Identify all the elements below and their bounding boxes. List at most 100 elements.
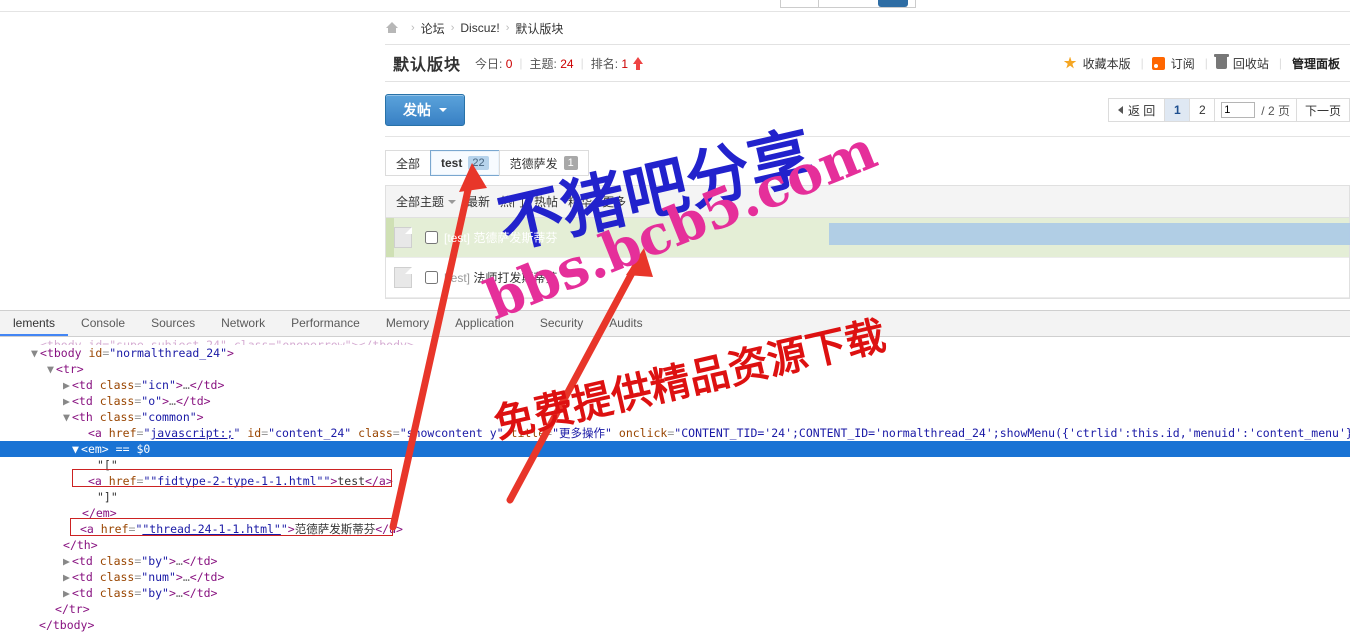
attr-name: class <box>99 378 135 392</box>
type-tab-fandesafa[interactable]: 范德萨发 1 <box>498 150 589 176</box>
collapse-arrow-icon[interactable]: ▶ <box>63 393 72 409</box>
pager-page-1[interactable]: 1 <box>1164 98 1191 122</box>
today-label: 今日: <box>475 56 503 71</box>
type-tab-label: 范德萨发 <box>509 156 558 171</box>
thread-list: 全部主题 最新 热门 热帖 精华 更多 新窗 作者 回复/查看 最后发表 <box>385 185 1350 299</box>
tab-network[interactable]: Network <box>208 311 278 336</box>
dom-line-th-close[interactable]: </th> <box>0 537 1350 553</box>
up-arrow-icon <box>633 56 644 70</box>
dom-line-text-close-bracket[interactable]: "]" <box>0 489 1350 505</box>
partial-submit-button[interactable] <box>878 0 908 7</box>
type-tab-test[interactable]: test 22 <box>430 150 500 176</box>
forum-header-actions: 收藏本版 | 订阅 | 回收站 | 管理面板 <box>1063 54 1342 72</box>
dom-line-tbody-close[interactable]: </tbody> <box>0 617 1350 633</box>
dom-line-td-by-2[interactable]: ▶ <td class="by">…</td> <box>0 585 1350 601</box>
thread-filters: 全部主题 最新 热门 热帖 精华 更多 <box>386 193 648 210</box>
trash-icon <box>1213 54 1229 69</box>
pager-next-button[interactable]: 下一页 <box>1295 98 1350 122</box>
threads-label: 主题: <box>529 56 557 71</box>
collapse-arrow-icon[interactable]: ▶ <box>63 585 72 601</box>
forum-header: 默认版块 今日: 0 | 主题: 24 | 排名: 1 收藏本版 | 订阅 | … <box>385 44 1350 82</box>
tab-application[interactable]: Application <box>442 311 527 336</box>
thread-title[interactable]: 法师打发斯蒂芬 <box>473 271 557 285</box>
thread-title[interactable]: 范德萨发斯蒂芬 <box>473 231 557 245</box>
dom-line-td-o[interactable]: ▶ <td class="o">…</td> <box>0 393 1350 409</box>
dom-line-th-common[interactable]: ▼ <th class="common"> <box>0 409 1350 425</box>
filter-label: 全部主题 <box>396 195 445 209</box>
breadcrumb-item-discuz[interactable]: Discuz! <box>460 21 499 35</box>
dom-line-em-selected[interactable]: ▼ <em> == $0 <box>0 441 1350 457</box>
chevron-down-icon <box>630 200 639 204</box>
tag-name: tr <box>62 362 77 376</box>
type-tab-all[interactable]: 全部 <box>385 150 432 176</box>
thread-subject[interactable]: [test] 法师打发斯蒂芬 <box>442 269 1349 286</box>
tag-name: /tr <box>61 602 83 616</box>
admin-panel-link[interactable]: 管理面板 <box>1292 55 1340 72</box>
pager-back-button[interactable]: 返 回 <box>1107 98 1166 122</box>
tag-name: /tbody <box>45 618 88 632</box>
thread-checkbox[interactable] <box>424 231 438 244</box>
document-icon <box>394 227 412 248</box>
filter-hot-posts[interactable]: 热帖 <box>534 193 558 210</box>
href-link[interactable]: javascript:; <box>150 426 233 440</box>
stat-divider: | <box>519 56 523 70</box>
collapse-arrow-icon[interactable]: ▶ <box>63 377 72 393</box>
tab-audits[interactable]: Audits <box>596 311 655 336</box>
caret-down-icon <box>439 108 447 112</box>
page-jump-input[interactable] <box>1221 102 1256 118</box>
tab-sources[interactable]: Sources <box>138 311 208 336</box>
rank-stat: 排名: 1 <box>591 55 628 72</box>
filter-all-threads[interactable]: 全部主题 <box>396 193 457 210</box>
today-stat: 今日: 0 <box>475 55 512 72</box>
tab-performance[interactable]: Performance <box>278 311 373 336</box>
devtools-panel: lements Console Sources Network Performa… <box>0 310 1350 635</box>
collapse-arrow-icon[interactable]: ▶ <box>63 553 72 569</box>
filter-label: 更多 <box>602 195 627 209</box>
thread-checkbox[interactable] <box>424 271 438 284</box>
home-icon[interactable] <box>385 22 399 34</box>
recycle-bin-link[interactable]: 回收站 <box>1233 55 1269 72</box>
breadcrumb-item-default-section[interactable]: 默认版块 <box>515 20 563 37</box>
dom-line-td-num[interactable]: ▶ <td class="num">…</td> <box>0 569 1350 585</box>
filter-more[interactable]: 更多 <box>602 193 639 210</box>
rank-label: 排名: <box>590 56 619 71</box>
filter-hot[interactable]: 热门 <box>500 193 524 210</box>
dom-line-tr-close[interactable]: </tr> <box>0 601 1350 617</box>
filter-digest[interactable]: 精华 <box>568 193 592 210</box>
expand-arrow-icon[interactable]: ▼ <box>63 409 72 425</box>
pager-jump: / 2 页 <box>1214 98 1297 122</box>
pager-page-2[interactable]: 2 <box>1189 98 1216 122</box>
post-button[interactable]: 发帖 <box>385 94 465 126</box>
table-row[interactable]: [test] 范德萨发斯蒂芬 admin 昨天 20:27 0 2 admin … <box>386 218 1350 258</box>
dom-line-td-by-1[interactable]: ▶ <td class="by">…</td> <box>0 553 1350 569</box>
expand-arrow-icon[interactable]: ▼ <box>47 361 56 377</box>
tab-memory[interactable]: Memory <box>373 311 442 336</box>
filter-latest[interactable]: 最新 <box>466 193 490 210</box>
tab-console[interactable]: Console <box>68 311 138 336</box>
tab-elements[interactable]: lements <box>0 311 69 336</box>
selected-node-marker: == $0 <box>115 442 151 456</box>
breadcrumb-separator: › <box>505 22 510 34</box>
tab-security[interactable]: Security <box>527 311 596 336</box>
table-row[interactable]: [test] 法师打发斯蒂芬 admin 昨天 20:27 0 1 admin … <box>386 258 1349 298</box>
post-button-label: 发帖 <box>403 102 431 118</box>
thread-tag[interactable]: [test] <box>444 271 470 285</box>
breadcrumb: › 论坛 › Discuz! › 默认版块 <box>385 12 1350 44</box>
thread-subject[interactable]: [test] 范德萨发斯蒂芬 <box>442 223 1350 246</box>
document-icon <box>394 267 412 288</box>
subscribe-link[interactable]: 订阅 <box>1171 55 1195 72</box>
dom-line-td-icn[interactable]: ▶ <td class="icn">…</td> <box>0 377 1350 393</box>
thread-tag[interactable]: [test] <box>444 231 470 245</box>
dom-tree[interactable]: <tbody id="supe_subject_24" class="onepe… <box>0 337 1350 635</box>
attr-value: "common" <box>141 410 197 424</box>
dom-line-tr-open[interactable]: ▼ <tr> <box>0 361 1350 377</box>
pager-back-label: 返 回 <box>1127 103 1156 118</box>
attr-value: "by" <box>141 586 169 600</box>
dom-line-tbody-open[interactable]: ▼ <tbody id="normalthread_24"> <box>0 345 1350 361</box>
breadcrumb-item-forum[interactable]: 论坛 <box>421 20 445 37</box>
expand-arrow-icon[interactable]: ▼ <box>31 345 40 361</box>
favorite-forum-link[interactable]: 收藏本版 <box>1083 55 1131 72</box>
expand-arrow-icon[interactable]: ▼ <box>72 441 81 457</box>
dom-line-a-showcontent[interactable]: <a href="javascript:;" id="content_24" c… <box>0 425 1350 441</box>
collapse-arrow-icon[interactable]: ▶ <box>63 569 72 585</box>
